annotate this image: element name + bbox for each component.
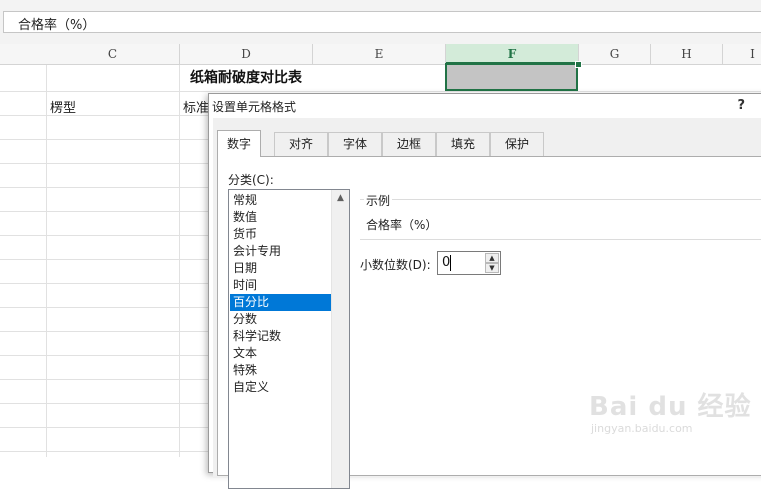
column-header-i[interactable]: I <box>723 44 761 64</box>
cell-d-header[interactable]: 标准 <box>183 97 209 116</box>
category-item-currency[interactable]: 货币 <box>230 226 332 243</box>
category-item-fraction[interactable]: 分数 <box>230 311 332 328</box>
category-list[interactable]: 常规 数值 货币 会计专用 日期 时间 百分比 分数 科学记数 文本 特殊 自定… <box>228 189 350 489</box>
tab-number[interactable]: 数字 <box>217 130 261 157</box>
scroll-up-arrow-icon[interactable]: ▲ <box>332 190 349 207</box>
spin-down-icon[interactable]: ▼ <box>485 263 499 273</box>
watermark-logo: Bai du 经验 <box>589 392 752 422</box>
gridline <box>0 91 761 92</box>
sample-legend: 示例 <box>364 192 393 209</box>
sheet-title[interactable]: 纸箱耐破度对比表 <box>46 66 446 90</box>
category-item-special[interactable]: 特殊 <box>230 362 332 379</box>
category-item-accounting[interactable]: 会计专用 <box>230 243 332 260</box>
sample-value: 合格率（%） <box>366 218 438 232</box>
watermark-url: jingyan.baidu.com <box>591 422 693 435</box>
selected-cell-f[interactable] <box>445 63 578 91</box>
gridline <box>179 65 180 457</box>
decimal-places-stepper[interactable]: 0 ▲ ▼ <box>437 251 501 275</box>
category-label: 分类(C): <box>228 173 274 187</box>
decimal-places-label: 小数位数(D): <box>360 258 431 272</box>
category-item-date[interactable]: 日期 <box>230 260 332 277</box>
category-scrollbar[interactable]: ▲ <box>331 190 349 488</box>
column-header-h[interactable]: H <box>651 44 723 64</box>
column-header-e[interactable]: E <box>313 44 446 64</box>
column-headers: C D E F G H I <box>0 44 761 65</box>
column-header-g[interactable]: G <box>579 44 651 64</box>
help-button[interactable]: ? <box>737 98 745 113</box>
column-header-f[interactable]: F <box>446 44 579 64</box>
tab-font[interactable]: 字体 <box>328 132 382 156</box>
sample-group: 示例 合格率（%） <box>360 192 761 240</box>
tab-fill[interactable]: 填充 <box>436 132 490 156</box>
sample-divider <box>360 239 761 240</box>
fill-handle[interactable] <box>575 61 582 68</box>
text-caret <box>450 255 451 271</box>
column-header-c[interactable]: C <box>46 44 180 64</box>
spin-up-icon[interactable]: ▲ <box>485 253 499 263</box>
formula-input[interactable]: 合格率（%） <box>3 11 761 33</box>
category-item-custom[interactable]: 自定义 <box>230 379 332 396</box>
tab-alignment[interactable]: 对齐 <box>274 132 328 156</box>
sample-divider <box>360 199 761 200</box>
tab-protection[interactable]: 保护 <box>490 132 544 156</box>
column-header-d[interactable]: D <box>180 44 313 64</box>
dialog-title: 设置单元格格式 <box>212 100 297 114</box>
category-item-number[interactable]: 数值 <box>230 209 332 226</box>
cell-c-header[interactable]: 楞型 <box>50 97 76 116</box>
gridline <box>46 65 47 457</box>
tab-border[interactable]: 边框 <box>382 132 436 156</box>
category-item-percentage[interactable]: 百分比 <box>230 294 332 311</box>
category-item-scientific[interactable]: 科学记数 <box>230 328 332 345</box>
category-item-text[interactable]: 文本 <box>230 345 332 362</box>
category-item-time[interactable]: 时间 <box>230 277 332 294</box>
category-item-general[interactable]: 常规 <box>230 192 332 209</box>
baidu-watermark: Bai du 经验 jingyan.baidu.com <box>583 372 753 442</box>
formula-bar: 合格率（%） <box>0 0 761 44</box>
